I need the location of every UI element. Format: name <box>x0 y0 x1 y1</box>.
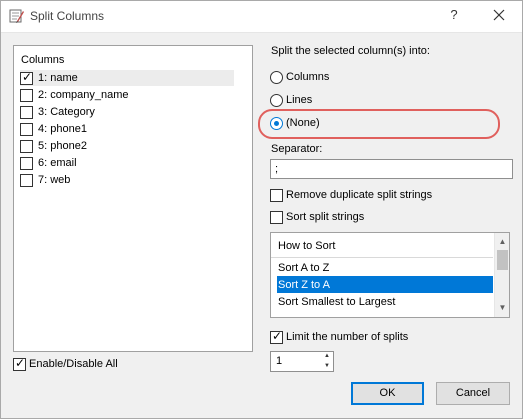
checkmark-icon: ✓ <box>15 356 26 370</box>
column-item-category[interactable]: 3: Category <box>20 104 234 120</box>
column-label: 4: phone1 <box>38 123 87 135</box>
sort-option-smallest-to-largest[interactable]: Sort Smallest to Largest <box>271 293 493 310</box>
column-item-phone2[interactable]: 5: phone2 <box>20 138 234 154</box>
sort-header-label: How to Sort <box>278 240 336 252</box>
sort-scrollbar[interactable]: ▲ ▼ <box>494 233 509 317</box>
radio-circle[interactable] <box>270 94 283 107</box>
scroll-thumb[interactable] <box>497 250 508 270</box>
limit-value[interactable]: 1 <box>276 355 282 367</box>
column-label: 5: phone2 <box>38 140 87 152</box>
column-item-phone1[interactable]: 4: phone1 <box>20 121 234 137</box>
close-icon[interactable] <box>488 4 510 26</box>
sort-strings-box[interactable] <box>270 211 283 224</box>
limit-splits-label: Limit the number of splits <box>286 331 409 343</box>
sort-option-label: Sort A to Z <box>278 262 330 274</box>
radio-circle[interactable] <box>270 71 283 84</box>
sort-option-z-to-a[interactable]: Sort Z to A <box>277 276 493 293</box>
enable-all-box[interactable]: ✓ <box>13 356 26 371</box>
sort-strings-label: Sort split strings <box>286 211 365 223</box>
sort-list-header: How to Sort <box>271 233 493 258</box>
separator-input[interactable] <box>270 159 513 179</box>
help-button[interactable]: ? <box>444 4 464 26</box>
checkmark-icon: ✓ <box>22 70 33 84</box>
column-item-name[interactable]: ✓ 1: name <box>20 70 234 86</box>
spin-down-icon[interactable]: ▼ <box>321 362 333 371</box>
scroll-up-icon[interactable]: ▲ <box>495 235 509 249</box>
sort-option-label: Sort Smallest to Largest <box>278 296 396 308</box>
radio-label: Lines <box>286 94 313 106</box>
spin-up-icon[interactable]: ▲ <box>321 352 333 361</box>
columns-listbox[interactable]: Columns ✓ 1: name 2: company_name 3: Cat… <box>13 45 253 352</box>
enable-all-label: Enable/Disable All <box>29 358 118 370</box>
title-bar: Split Columns ? <box>0 0 523 33</box>
column-checkbox[interactable] <box>20 140 33 153</box>
split-heading: Split the selected column(s) into: <box>271 45 430 57</box>
limit-splits-box[interactable]: ✓ <box>270 329 283 344</box>
sort-option-label: Sort Z to A <box>278 279 330 291</box>
highlight-annotation <box>258 109 500 139</box>
sort-option-a-to-z[interactable]: Sort A to Z <box>271 259 493 276</box>
column-checkbox[interactable] <box>20 157 33 170</box>
column-checkbox[interactable] <box>20 174 33 187</box>
column-checkbox[interactable] <box>20 123 33 136</box>
remove-duplicates-label: Remove duplicate split strings <box>286 189 433 201</box>
radio-label: Columns <box>286 71 330 83</box>
column-checkbox[interactable] <box>20 89 33 102</box>
column-label: 1: name <box>38 72 78 84</box>
column-item-email[interactable]: 6: email <box>20 155 234 171</box>
checkmark-icon: ✓ <box>272 329 283 343</box>
column-label: 2: company_name <box>38 89 129 101</box>
app-icon <box>8 8 24 24</box>
column-label: 6: email <box>38 157 77 169</box>
sort-listbox[interactable]: How to Sort Sort A to Z Sort Z to A Sort… <box>270 232 510 318</box>
column-checkbox[interactable]: ✓ <box>20 70 33 85</box>
ok-button[interactable]: OK <box>351 382 424 405</box>
column-checkbox[interactable] <box>20 106 33 119</box>
separator-label: Separator: <box>271 143 323 155</box>
column-label: 7: web <box>38 174 71 186</box>
window-title: Split Columns <box>30 9 105 23</box>
columns-header: Columns <box>21 54 65 66</box>
column-label: 3: Category <box>38 106 95 118</box>
column-item-web[interactable]: 7: web <box>20 172 234 188</box>
remove-duplicates-box[interactable] <box>270 189 283 202</box>
column-item-company-name[interactable]: 2: company_name <box>20 87 234 103</box>
cancel-button[interactable]: Cancel <box>436 382 510 405</box>
limit-spinbox[interactable]: 1 ▲ ▼ <box>270 351 334 372</box>
scroll-down-icon[interactable]: ▼ <box>495 301 509 315</box>
